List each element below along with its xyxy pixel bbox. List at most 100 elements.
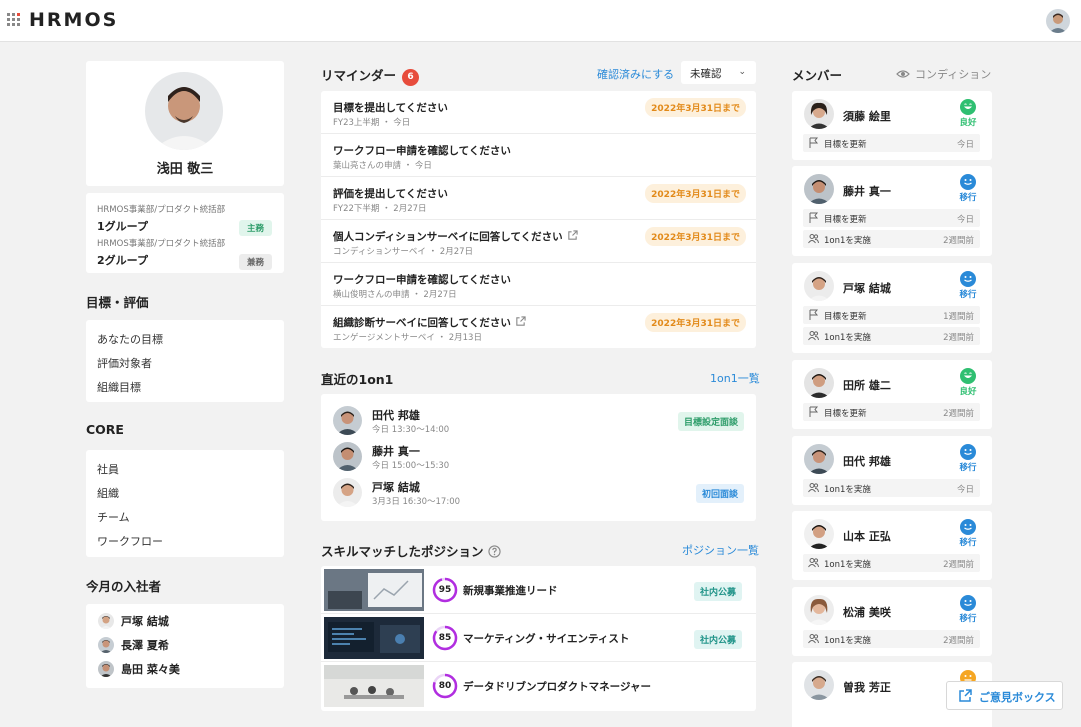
member-condition: 移行 — [956, 595, 980, 624]
reminder-title: 個人コンディションサーベイに回答してください — [333, 231, 563, 243]
reminder-item[interactable]: ワークフロー申請を確認してください 横山俊明さんの申請 ・ 2月27日 — [321, 263, 756, 306]
reminder-sub: 葉山亮さんの申請 ・ 今日 — [333, 161, 432, 171]
menu-item-workflow[interactable]: ワークフロー — [97, 533, 163, 549]
member-condition: 移行 — [956, 271, 980, 300]
activity-label: 目標を更新 — [824, 215, 867, 225]
external-link-icon — [567, 230, 578, 240]
member-card[interactable]: 松浦 美咲 移行 1on1を実施 2週間前 — [792, 587, 992, 656]
menu-item-my-goals[interactable]: あなたの目標 — [97, 331, 163, 347]
menu-item-organization[interactable]: 組織 — [97, 485, 119, 501]
member-activity: 目標を更新 2週間前 — [803, 403, 980, 421]
menu-item-org-goals[interactable]: 組織目標 — [97, 379, 141, 395]
activity-time: 2週間前 — [943, 236, 974, 246]
avatar — [333, 406, 362, 435]
reminder-filter-select[interactable]: 未確認 ⌄ — [681, 61, 756, 84]
member-name: 田所 雄二 — [843, 379, 891, 392]
help-icon[interactable] — [487, 545, 501, 558]
oneonone-type-tag: 目標設定面談 — [677, 412, 744, 431]
avatar — [333, 442, 362, 471]
oneonone-item[interactable]: 戸塚 結城 3月3日 16:30〜17:00 初回面談 — [333, 478, 744, 510]
oneonone-item[interactable]: 田代 邦雄 今日 13:30〜14:00 目標設定面談 — [333, 406, 744, 438]
position-item[interactable]: 85 マーケティング・サイエンティスト 社内公募 — [321, 614, 756, 662]
reminder-item[interactable]: 組織診断サーベイに回答してください エンゲージメントサーベイ ・ 2月13日 2… — [321, 306, 756, 349]
positions-title: スキルマッチしたポジション — [321, 544, 484, 559]
condition-toggle[interactable]: コンディション — [896, 66, 991, 82]
position-title: 新規事業推進リード — [463, 585, 558, 597]
people-icon — [808, 558, 819, 568]
member-card[interactable]: 山本 正弘 移行 1on1を実施 2週間前 — [792, 511, 992, 580]
member-card[interactable]: 藤井 真一 移行 目標を更新 今日 1on1を実施 2週間前 — [792, 166, 992, 256]
group-item: HRMOS事業部/プロダクト統括部 1グループ 主務 — [97, 203, 272, 236]
menu-item-team[interactable]: チーム — [97, 509, 130, 525]
member-card[interactable]: 戸塚 結城 移行 目標を更新 1週間前 1on1を実施 2週間前 — [792, 263, 992, 353]
positions-list-link[interactable]: ポジション一覧 — [682, 542, 759, 558]
oneonone-name: 田代 邦雄 — [372, 409, 420, 422]
people-icon — [808, 634, 819, 644]
avatar — [804, 670, 834, 700]
condition-text: 良好 — [959, 387, 977, 397]
flag-icon — [809, 309, 819, 320]
position-image — [324, 569, 424, 611]
activity-label: 1on1を実施 — [824, 236, 871, 246]
filter-value: 未確認 — [690, 68, 722, 80]
app-grid-icon[interactable] — [6, 12, 22, 28]
reminder-item[interactable]: 目標を提出してください FY23上半期 ・ 今日 2022年3月31日まで — [321, 91, 756, 134]
member-card[interactable]: 田代 邦雄 移行 1on1を実施 今日 — [792, 436, 992, 505]
mark-read-link[interactable]: 確認済みにする — [597, 66, 674, 82]
reminder-sub: エンゲージメントサーベイ ・ 2月13日 — [333, 333, 482, 343]
menu-item-evaluatees[interactable]: 評価対象者 — [97, 355, 152, 371]
member-condition: 良好 — [956, 368, 980, 397]
oneonone-name: 戸塚 結城 — [372, 481, 420, 494]
joiner-item[interactable]: 島田 菜々美 — [98, 661, 180, 677]
flag-icon — [809, 212, 819, 223]
reminder-title: ワークフロー申請を確認してください — [333, 145, 511, 157]
people-icon — [808, 234, 819, 244]
activity-time: 今日 — [956, 140, 974, 150]
avatar — [804, 271, 834, 301]
reminder-count-badge: 6 — [402, 69, 420, 86]
activity-label: 1on1を実施 — [824, 333, 871, 343]
position-item[interactable]: 80 データドリブンプロダクトマネージャー — [321, 662, 756, 710]
profile-name: 浅田 敬三 — [156, 162, 214, 177]
joiner-item[interactable]: 長澤 夏希 — [98, 637, 169, 653]
feedback-button[interactable]: ご意見ボックス — [946, 681, 1063, 710]
reminder-title: 組織診断サーベイに回答してください — [333, 317, 511, 329]
avatar — [804, 368, 834, 398]
member-card[interactable]: 須藤 絵里 良好 目標を更新 今日 — [792, 91, 992, 160]
reminder-item[interactable]: 個人コンディションサーベイに回答してください コンディションサーベイ ・ 2月2… — [321, 220, 756, 263]
neutral-face-icon — [960, 174, 976, 190]
position-score: 95 — [438, 585, 452, 595]
oneonone-list-link[interactable]: 1on1一覧 — [710, 370, 760, 386]
condition-text: 移行 — [959, 614, 977, 624]
core-section-title: CORE — [86, 422, 124, 437]
avatar — [804, 519, 834, 549]
oneonone-title: 直近の1on1 — [321, 372, 394, 387]
position-item[interactable]: 95 新規事業推進リード 社内公募 — [321, 566, 756, 614]
groups-card: HRMOS事業部/プロダクト統括部 1グループ 主務 HRMOS事業部/プロダク… — [86, 193, 284, 273]
member-activity: 1on1を実施 2週間前 — [803, 327, 980, 345]
profile-card: 浅田 敬三 — [86, 61, 284, 186]
member-card[interactable]: 田所 雄二 良好 目標を更新 2週間前 — [792, 360, 992, 429]
menu-item-employees[interactable]: 社員 — [97, 461, 119, 477]
oneonone-item[interactable]: 藤井 真一 今日 15:00〜15:30 — [333, 442, 744, 474]
external-link-icon — [959, 689, 972, 702]
reminder-item[interactable]: 評価を提出してください FY22下半期 ・ 2月27日 2022年3月31日まで — [321, 177, 756, 220]
goals-section-title: 目標・評価 — [86, 295, 149, 310]
app-logo[interactable]: HRMOS — [29, 9, 118, 31]
member-condition: 移行 — [956, 519, 980, 548]
group-dept: HRMOS事業部/プロダクト統括部 — [97, 205, 226, 215]
deadline-badge: 2022年3月31日まで — [645, 227, 746, 246]
deadline-badge: 2022年3月31日まで — [645, 184, 746, 203]
group-role-badge: 主務 — [238, 220, 272, 236]
position-score: 80 — [438, 681, 452, 691]
people-icon — [808, 483, 819, 493]
activity-label: 1on1を実施 — [824, 485, 871, 495]
avatar — [98, 661, 114, 677]
joiner-item[interactable]: 戸塚 結城 — [98, 613, 169, 629]
user-avatar[interactable] — [1046, 9, 1070, 33]
flag-icon — [809, 406, 819, 417]
group-item: HRMOS事業部/プロダクト統括部 2グループ 兼務 — [97, 237, 272, 270]
reminder-item[interactable]: ワークフロー申請を確認してください 葉山亮さんの申請 ・ 今日 — [321, 134, 756, 177]
member-activity: 目標を更新 今日 — [803, 209, 980, 227]
activity-time: 今日 — [956, 485, 974, 495]
